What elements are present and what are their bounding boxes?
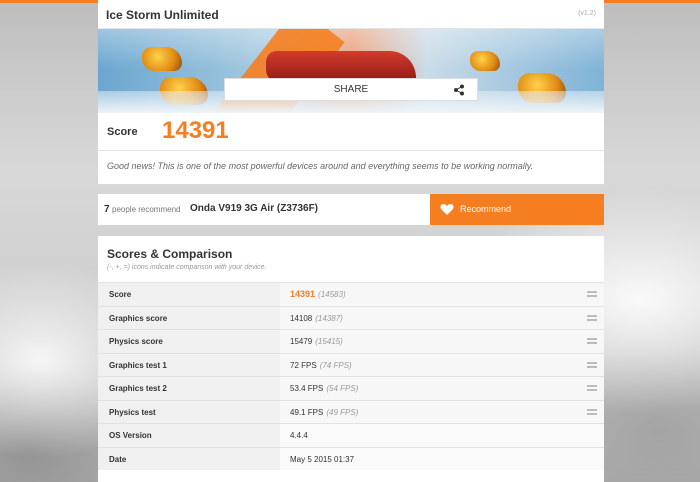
benchmark-summary-card: Ice Storm Unlimited (v1.2) SHARE Score 1… — [98, 0, 604, 184]
heart-icon — [440, 204, 454, 215]
table-row: Graphics test 1 72 FPS (74 FPS) — [98, 352, 604, 376]
recommend-button-label: Recommend — [460, 204, 512, 214]
result-message: Good news! This is one of the most power… — [107, 161, 534, 171]
table-row: Physics score 15479 (15415) — [98, 329, 604, 353]
row-label: OS Version — [98, 424, 280, 447]
scores-comparison-card: Scores & Comparison (-, +, =) icons indi… — [98, 236, 604, 482]
comparison-subtitle: (-, +, =) icons indicate comparison with… — [107, 264, 267, 271]
table-row: Graphics test 2 53.4 FPS (54 FPS) — [98, 376, 604, 400]
card-header: Ice Storm Unlimited (v1.2) — [98, 0, 604, 29]
benchmark-title: Ice Storm Unlimited — [106, 8, 219, 22]
table-row: Physics test 49.1 FPS (49 FPS) — [98, 399, 604, 423]
share-label: SHARE — [333, 84, 369, 95]
row-value: 53.4 FPS — [290, 384, 324, 393]
row-value: 72 FPS — [290, 360, 317, 370]
row-compare-value: (54 FPS) — [326, 384, 359, 393]
equal-icon — [587, 385, 597, 391]
row-value: 15479 — [290, 337, 313, 346]
recommend-card: 7 people recommend Onda V919 3G Air (Z37… — [98, 194, 604, 225]
row-compare-value: (74 FPS) — [319, 360, 352, 370]
row-compare-value: (15415) — [315, 337, 343, 346]
row-value: 14391 — [290, 289, 316, 299]
score-label: Score — [107, 126, 138, 138]
table-row: OS Version 4.4.4 — [98, 423, 604, 447]
equal-icon — [587, 291, 597, 297]
row-value: May 5 2015 01:37 — [290, 454, 355, 464]
equal-icon — [587, 361, 597, 368]
table-row: Score 14391 (14583) — [98, 282, 604, 306]
device-name[interactable]: Onda V919 3G Air (Z3736F) — [190, 203, 318, 214]
score-value: 14391 — [162, 117, 229, 144]
banner-ship-right-top — [470, 51, 500, 71]
row-value: 14108 — [290, 313, 313, 323]
comparison-table: Score 14391 (14583) Graphics score 14108(… — [98, 282, 604, 470]
row-value: 4.4.4 — [290, 431, 308, 440]
row-label: Score — [98, 283, 280, 306]
row-label: Physics test — [98, 400, 280, 423]
row-compare-value: (49 FPS) — [326, 407, 359, 417]
version-label: (v1.2) — [578, 10, 596, 17]
equal-icon — [587, 314, 597, 321]
row-label: Date — [98, 447, 280, 470]
comparison-title: Scores & Comparison — [107, 247, 233, 261]
overall-score-row: Score 14391 — [98, 113, 604, 151]
row-label: Graphics test 1 — [98, 353, 280, 376]
share-button[interactable]: SHARE — [224, 78, 478, 101]
benchmark-banner-image: SHARE — [98, 29, 604, 113]
row-value: 49.1 FPS — [290, 407, 324, 417]
equal-icon — [587, 408, 597, 415]
equal-icon — [587, 338, 597, 344]
row-compare-value: (14583) — [318, 290, 346, 299]
row-label: Graphics test 2 — [98, 377, 280, 400]
recommend-count: 7 — [104, 204, 110, 215]
recommend-count-text: people recommend — [112, 205, 181, 214]
row-compare-value: (14387) — [315, 313, 343, 323]
recommend-info: 7 people recommend Onda V919 3G Air (Z37… — [98, 194, 430, 225]
row-label: Graphics score — [98, 306, 280, 329]
recommend-button[interactable]: Recommend — [430, 194, 604, 225]
banner-ship-left-top — [142, 47, 182, 71]
share-icon — [454, 84, 464, 96]
table-row: Date May 5 2015 01:37 — [98, 446, 604, 470]
row-label: Physics score — [98, 330, 280, 353]
table-row: Graphics score 14108 (14387) — [98, 305, 604, 329]
